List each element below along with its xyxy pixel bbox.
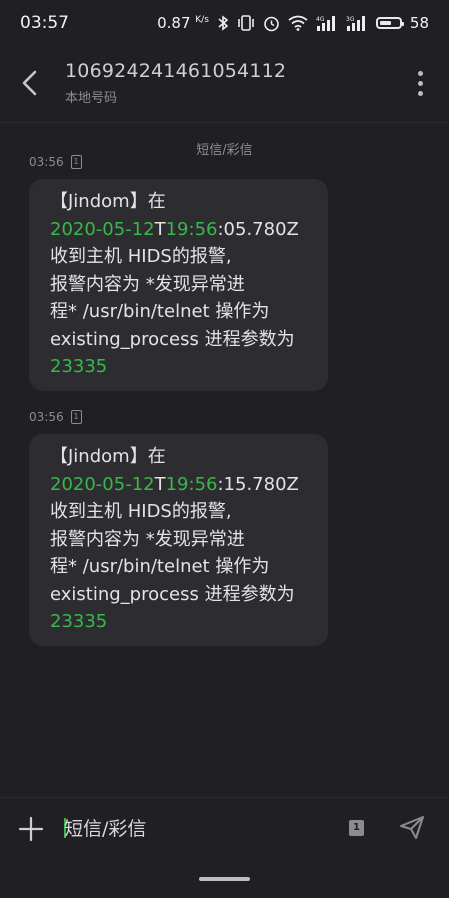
message-line: 2020-05-12T19:56:15.780Z (50, 473, 299, 495)
message-line: 报警内容为 *发现异常进 (50, 273, 245, 295)
message-line: 程* /usr/bin/telnet 操作为 (50, 301, 270, 322)
bluetooth-icon (217, 15, 229, 31)
signal-3g-icon: 3G (346, 15, 368, 31)
contact-info[interactable]: 106924241461054112 本地号码 (65, 60, 286, 106)
message-line: existing_process 进程参数为 (50, 328, 295, 350)
message-line: existing_process 进程参数为 (50, 583, 295, 605)
battery-icon (375, 17, 404, 29)
message-input[interactable]: 短信/彩信 (64, 814, 314, 844)
message-meta: 03:56 1 (29, 410, 82, 424)
message-bubble[interactable]: 【Jindom】在 2020-05-12T19:56:15.780Z 收到主机 … (29, 434, 328, 646)
sim-card-icon: 1 (70, 155, 82, 169)
number-link[interactable]: 23335 (50, 353, 328, 381)
back-button[interactable] (14, 66, 48, 100)
number-link[interactable]: 23335 (50, 608, 328, 636)
contact-number: 106924241461054112 (65, 60, 287, 82)
home-indicator[interactable] (199, 877, 250, 881)
compose-bar: 短信/彩信 (0, 797, 449, 860)
battery-level: 58 (409, 14, 429, 32)
time-link[interactable]: 19:56 (166, 474, 218, 495)
network-speed-unit: K/s (195, 15, 209, 25)
back-arrow-icon (22, 70, 37, 96)
network-speed: 0.87 K/s (157, 14, 209, 32)
contact-subtitle: 本地号码 (65, 91, 118, 106)
message-line: 程* /usr/bin/telnet 操作为 (50, 556, 270, 577)
message-line: 2020-05-12T19:56:05.780Z (50, 218, 299, 240)
date-link[interactable]: 2020-05-12 (50, 219, 155, 240)
signal-4g-icon: 4G (316, 15, 338, 31)
message-line: 收到主机 HIDS的报警, (50, 246, 232, 267)
time-link[interactable]: 19:56 (166, 219, 218, 240)
conversation-header: 106924241461054112 本地号码 (0, 46, 449, 123)
message-time: 03:56 (29, 155, 64, 169)
wifi-icon (288, 15, 308, 31)
sim-select-button[interactable]: 1 (349, 820, 364, 836)
message-line: 【Jindom】在 (50, 191, 166, 212)
message-line: 报警内容为 *发现异常进 (50, 528, 245, 550)
message-time: 03:56 (29, 410, 64, 424)
message-input-placeholder: 短信/彩信 (64, 818, 147, 840)
alarm-icon (263, 15, 280, 32)
message-line: 【Jindom】在 (50, 446, 166, 467)
send-icon (400, 816, 424, 839)
status-time: 03:57 (20, 13, 69, 33)
send-button[interactable] (398, 813, 426, 841)
sim-card-icon: 1 (70, 410, 82, 424)
date-link[interactable]: 2020-05-12 (50, 474, 155, 495)
more-vert-icon (417, 71, 423, 76)
message-line: 收到主机 HIDS的报警, (50, 501, 232, 522)
plus-icon (18, 816, 44, 842)
vibrate-icon (237, 15, 255, 31)
more-options-button[interactable] (415, 68, 425, 98)
add-attachment-button[interactable] (18, 816, 44, 842)
svg-text:3G: 3G (346, 16, 355, 23)
message-meta: 03:56 1 (29, 155, 82, 169)
status-bar: 03:57 0.87 K/s 4G 3G 58 (0, 0, 449, 46)
status-icons: 0.87 K/s 4G 3G 58 (157, 14, 429, 32)
svg-text:4G: 4G (316, 16, 325, 23)
message-bubble[interactable]: 【Jindom】在 2020-05-12T19:56:05.780Z 收到主机 … (29, 179, 328, 391)
